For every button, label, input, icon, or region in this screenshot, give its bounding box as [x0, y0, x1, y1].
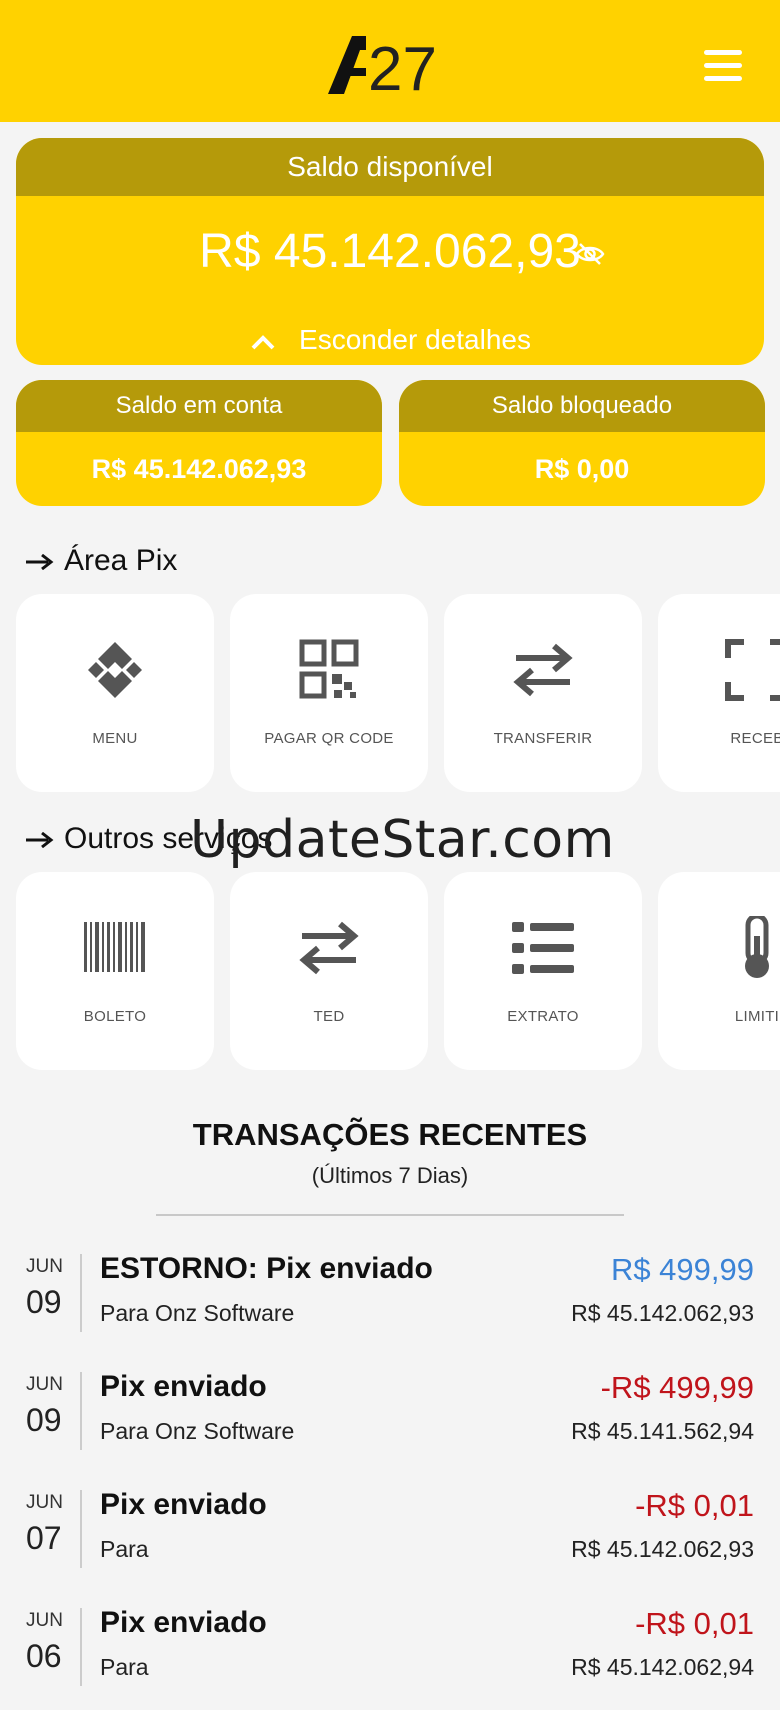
transaction-title: Pix enviado: [100, 1606, 267, 1639]
pix-menu-tile[interactable]: MENU: [16, 594, 214, 792]
transfer-icon: [513, 643, 573, 697]
blocked-balance-value: R$ 0,00: [534, 454, 630, 484]
hamburger-icon-bar: [704, 50, 742, 55]
chevron-up-icon: [251, 334, 275, 350]
list-icon: [512, 922, 574, 974]
brand-logo: 27: [328, 35, 437, 96]
transaction-amount: R$ 499,99: [610, 1252, 754, 1287]
pix-icon: [88, 642, 142, 698]
hide-details-label: Esconder detalhes: [299, 324, 531, 355]
arrow-right-icon: [26, 832, 54, 849]
pix-transfer-label: TRANSFERIR: [493, 730, 593, 747]
transfer-icon: [299, 921, 359, 975]
transaction-day: 09: [26, 1284, 62, 1320]
transaction-row[interactable]: JUN 09 ESTORNO: Pix enviado Para Onz Sof…: [0, 1246, 780, 1356]
ted-label: TED: [313, 1008, 345, 1025]
statement-label: EXTRATO: [507, 1008, 579, 1025]
divider: [80, 1608, 82, 1686]
limits-label: LIMITI: [734, 1008, 780, 1025]
hide-details-toggle[interactable]: Esconder detalhes: [16, 324, 764, 356]
blocked-balance-title: Saldo bloqueado: [399, 380, 765, 432]
services-tiles: BOLETO TED EXTRATO LIMITI: [16, 872, 780, 1072]
transaction-month: JUN: [26, 1610, 63, 1631]
ted-tile[interactable]: TED: [230, 872, 428, 1070]
pay-qr-code-tile[interactable]: PAGAR QR CODE: [230, 594, 428, 792]
transaction-month: JUN: [26, 1374, 63, 1395]
hamburger-icon-bar: [704, 63, 742, 68]
divider: [80, 1254, 82, 1332]
account-balance-card: Saldo em conta R$ 45.142.062,93: [16, 380, 382, 506]
recent-transactions-subtitle: (Últimos 7 Dias): [311, 1163, 469, 1188]
transaction-row[interactable]: JUN 07 Pix enviado Para -R$ 0,01 R$ 45.1…: [0, 1482, 780, 1592]
available-balance-card: Saldo disponível R$ 45.142.062,93 Escond…: [16, 138, 764, 365]
transaction-row[interactable]: JUN 09 Pix enviado Para Onz Software -R$…: [0, 1364, 780, 1474]
limits-tile[interactable]: LIMITI: [658, 872, 780, 1070]
account-balance-value: R$ 45.142.062,93: [91, 454, 307, 484]
qr-code-icon: [299, 639, 359, 699]
transaction-day: 09: [26, 1402, 62, 1438]
divider: [80, 1372, 82, 1450]
app-header: 27: [0, 0, 780, 122]
divider: [156, 1214, 624, 1216]
statement-tile[interactable]: EXTRATO: [444, 872, 642, 1070]
boleto-label: BOLETO: [83, 1008, 147, 1025]
hamburger-icon-bar: [704, 76, 742, 81]
transaction-description: Para: [100, 1654, 149, 1680]
scan-icon: [725, 639, 780, 701]
pix-receive-label: RECEB: [730, 730, 780, 747]
available-balance-amount: R$ 45.142.062,93: [199, 225, 581, 278]
divider: [80, 1490, 82, 1568]
pix-receive-tile[interactable]: RECEB: [658, 594, 780, 792]
pix-section-label: Área Pix: [64, 544, 178, 577]
pay-qr-code-label: PAGAR QR CODE: [264, 730, 394, 747]
pix-transfer-tile[interactable]: TRANSFERIR: [444, 594, 642, 792]
barcode-icon: [84, 922, 145, 972]
transaction-day: 06: [26, 1638, 62, 1674]
boleto-tile[interactable]: BOLETO: [16, 872, 214, 1070]
transaction-day: 07: [26, 1520, 62, 1556]
transaction-title: ESTORNO: Pix enviado: [100, 1252, 433, 1285]
transaction-balance: R$ 45.142.062,93: [571, 1300, 754, 1326]
transaction-title: Pix enviado: [100, 1488, 267, 1521]
blocked-balance-card: Saldo bloqueado R$ 0,00: [399, 380, 765, 506]
transaction-month: JUN: [26, 1256, 63, 1277]
transaction-amount: -R$ 0,01: [635, 1488, 754, 1523]
svg-text:27: 27: [368, 35, 437, 96]
transaction-month: JUN: [26, 1492, 63, 1513]
watermark-text: UpdateStar.com: [190, 810, 615, 870]
transaction-amount: -R$ 0,01: [635, 1606, 754, 1641]
recent-transactions-title: TRANSAÇÕES RECENTES: [192, 1117, 588, 1152]
transaction-balance: R$ 45.142.062,93: [571, 1536, 754, 1562]
eye-off-icon[interactable]: [574, 238, 606, 270]
hamburger-menu-button[interactable]: [704, 50, 742, 84]
transaction-title: Pix enviado: [100, 1370, 267, 1403]
transaction-description: Para Onz Software: [100, 1418, 295, 1444]
transaction-balance: R$ 45.142.062,94: [571, 1654, 754, 1680]
thermometer-icon: [745, 916, 769, 978]
transaction-description: Para: [100, 1536, 149, 1562]
pix-section-title: Área Pix: [26, 544, 177, 578]
pix-tiles: MENU PAGAR QR CODE TRANSFERIR RECEB: [16, 594, 780, 794]
account-balance-title: Saldo em conta: [16, 380, 382, 432]
transaction-amount: -R$ 499,99: [600, 1370, 754, 1405]
transaction-description: Para Onz Software: [100, 1300, 295, 1326]
pix-menu-label: MENU: [92, 730, 138, 747]
available-balance-title: Saldo disponível: [16, 138, 764, 196]
transaction-row[interactable]: JUN 06 Pix enviado Para -R$ 0,01 R$ 45.1…: [0, 1600, 780, 1710]
transaction-balance: R$ 45.141.562,94: [571, 1418, 754, 1444]
arrow-right-icon: [26, 554, 54, 571]
